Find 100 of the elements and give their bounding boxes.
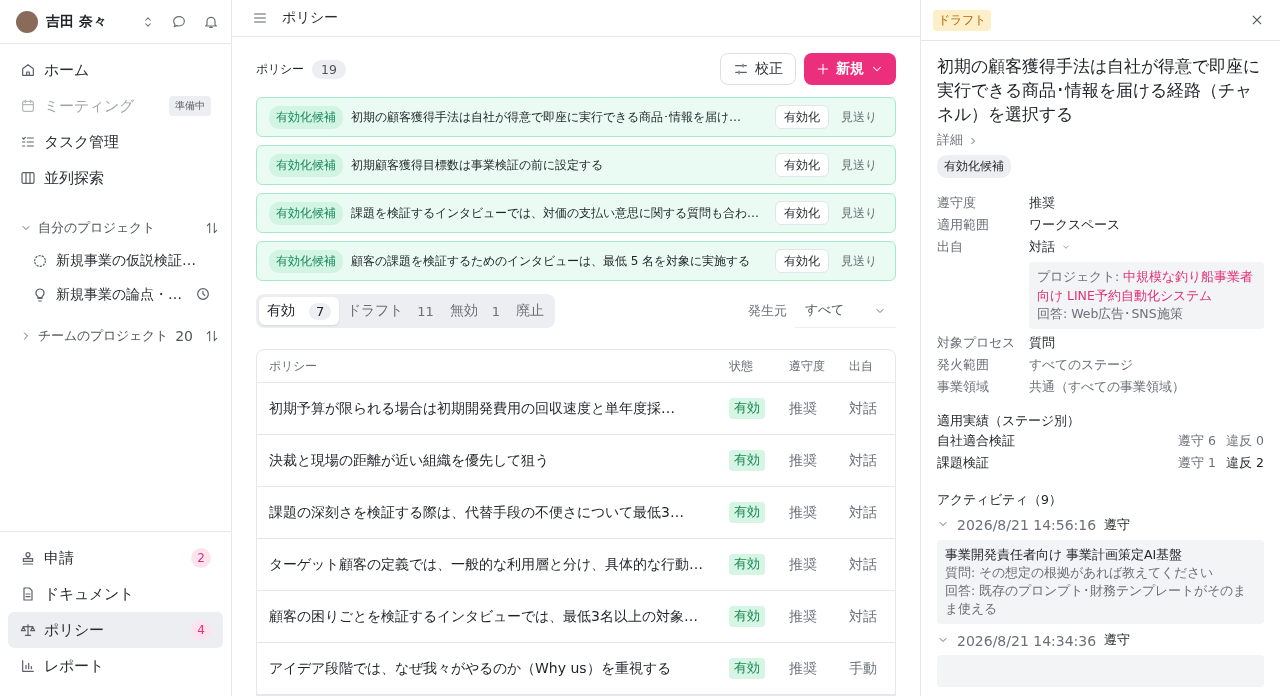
origin-cell-text: 手動 [849, 659, 878, 678]
comply-count: 遵守 1 [1178, 455, 1217, 473]
compliance-cell-text: 推奨 [789, 555, 818, 574]
property-label: 事業領域 [937, 379, 990, 397]
violation-count: 違反 0 [1226, 433, 1264, 451]
source-answer: 回答: Web広告･SNS施策 [1037, 304, 1184, 323]
scale-icon [20, 622, 36, 638]
sidebar-item[interactable]: 申請 2 [8, 540, 223, 576]
activate-button[interactable]: 有効化 [775, 201, 829, 225]
stage-name: 課題検証 [937, 455, 990, 473]
activity-result: 遵守 [1104, 516, 1131, 534]
activity-question: 質問: その想定の根拠があれば教えてください [945, 563, 1215, 582]
columns-icon [20, 170, 36, 186]
sidebar-item[interactable]: ポリシー 4 [8, 612, 223, 648]
stage-name: 自社適合検証 [937, 433, 1016, 451]
count-badge: 19 [312, 59, 346, 79]
policy-text: 顧客の課題を検証するためのインタビューは、最低 5 名を対象に実施する [351, 252, 752, 270]
section-title: アクティビティ（9） [937, 491, 1063, 509]
activity-time: 2026/8/21 14:34:36 [957, 632, 1097, 649]
status-tag: 有効 [729, 658, 765, 679]
menu-icon [252, 10, 268, 26]
filter-label: 発生元 [748, 302, 787, 320]
calendar-icon [20, 98, 36, 114]
activate-button[interactable]: 有効化 [775, 249, 829, 273]
filter-tab[interactable]: 有効 7 [259, 297, 340, 325]
checklist-icon [20, 134, 36, 150]
origin-cell-text: 対話 [849, 607, 878, 626]
activity-time: 2026/8/21 14:56:16 [957, 517, 1097, 534]
sliders-icon [733, 61, 749, 77]
skip-button[interactable]: 見送り [837, 204, 881, 222]
skip-button[interactable]: 見送り [837, 156, 881, 174]
property-label: 出自 [937, 238, 964, 256]
sort-icon [205, 221, 219, 235]
activate-button[interactable]: 有効化 [775, 153, 829, 177]
policy-text: 初期顧客獲得目標数は事業検証の前に設定する [351, 156, 604, 174]
filter-tab[interactable]: 廃止 [508, 297, 553, 325]
property-value: ワークスペース [1029, 216, 1121, 234]
skip-button[interactable]: 見送り [837, 252, 881, 270]
new-button[interactable]: 新規 [804, 53, 896, 85]
compliance-cell-text: 推奨 [789, 659, 818, 678]
policy-title: 初期の顧客獲得手法は自社が得意で即座に実行できる商品･情報を届ける経路（チャネル）を選択する [937, 55, 1261, 126]
section-title: ポリシー [256, 60, 304, 78]
activate-button[interactable]: 有効化 [775, 105, 829, 129]
section-title: チームのプロジェクト [38, 327, 169, 345]
sidebar-item[interactable]: レポート [8, 648, 223, 684]
skip-button[interactable]: 見送り [837, 108, 881, 126]
section-title: 適用実績（ステージ別） [937, 412, 1081, 430]
user-name: 吉田 奈々 [46, 12, 108, 31]
origin-cell-text: 対話 [849, 555, 878, 574]
property-label: 発火範囲 [937, 357, 990, 375]
page-title: ポリシー [282, 9, 338, 27]
filter-tab[interactable]: ドラフト 11 [339, 297, 442, 325]
chat-bubble-icon [171, 13, 187, 30]
policy-cell-text: 顧客の困りごとを検証するインタビューでは、最低3名以上の対象… [269, 607, 699, 626]
project-name[interactable]: 新規事業の論点・… [56, 286, 187, 304]
compliance-cell-text: 推奨 [789, 503, 818, 522]
dashed-circle-icon [32, 253, 48, 269]
property-value: 推奨 [1029, 194, 1056, 212]
activity-answer: 回答: 既存のプロンプト･財務テンプレートがそのまま使える [945, 582, 1248, 619]
details-link[interactable]: 詳細 [937, 132, 1264, 150]
status-tag: 有効 [729, 502, 765, 523]
status-tag: 有効 [729, 554, 765, 575]
sidebar-item[interactable]: ドキュメント [8, 576, 223, 612]
column-header: 出自 [849, 358, 874, 374]
origin-dropdown[interactable]: 対話 [1029, 238, 1264, 256]
policy-cell-text: 課題の深刻さを検証する際は、代替手段の不便さについて最低3… [269, 503, 685, 522]
property-label: 遵守度 [937, 194, 977, 212]
status-tag: 有効 [729, 398, 765, 419]
close-button[interactable] [1250, 13, 1264, 27]
compliance-cell-text: 推奨 [789, 451, 818, 470]
activity-project: 事業開発責任者向け 事業計画策定AI基盤 [945, 545, 1184, 564]
policy-text: 課題を検証するインタビューでは、対価の支払い意思に関する質問も合わ… [351, 204, 760, 222]
origin-cell-text: 対話 [849, 503, 878, 522]
filter-tab[interactable]: 無効 1 [441, 297, 509, 325]
policy-cell-text: 初期予算が限られる場合は初期開発費用の回収速度と単年度採… [269, 399, 676, 418]
count-badge: 2 [191, 548, 211, 568]
property-label: 適用範囲 [937, 216, 990, 234]
column-header: 状態 [729, 358, 754, 374]
violation-count: 違反 2 [1226, 455, 1264, 473]
lightbulb-icon [32, 287, 48, 303]
sidebar-item[interactable]: ホーム [8, 52, 223, 88]
policy-cell-text: アイデア段階では、なぜ我々がやるのか（Why us）を重視する [269, 659, 672, 678]
property-value: 共通（すべての事業領域） [1029, 379, 1186, 397]
stamp-icon [20, 550, 36, 566]
compliance-cell-text: 推奨 [789, 399, 818, 418]
origin-cell-text: 対話 [849, 451, 878, 470]
home-icon [20, 62, 36, 78]
document-icon [20, 586, 36, 602]
clock-icon [195, 285, 211, 302]
count-badge: 4 [191, 620, 211, 640]
sidebar-item[interactable]: 並列探索 [8, 160, 223, 196]
calibrate-button[interactable]: 校正 [720, 53, 796, 85]
project-name[interactable]: 新規事業の仮説検証… [56, 252, 211, 270]
sort-icon [205, 329, 219, 343]
status-badge: ドラフト [933, 9, 991, 31]
column-header: 遵守度 [789, 358, 826, 374]
status-tag: 有効化候補 [937, 155, 1011, 179]
activity-result: 遵守 [1104, 632, 1131, 650]
avatar [16, 10, 38, 33]
sidebar-item[interactable]: タスク管理 [8, 124, 223, 160]
